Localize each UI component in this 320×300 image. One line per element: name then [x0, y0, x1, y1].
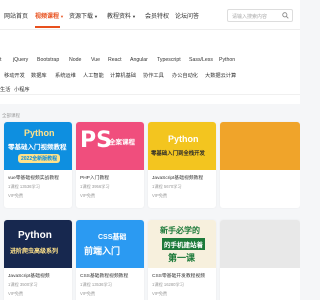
search-placeholder: 请输入搜索内容	[232, 14, 268, 20]
thumb-title: 新手必学的	[160, 226, 200, 235]
course-thumbnail	[220, 220, 300, 268]
course-tag: VIP免费	[8, 193, 24, 198]
course-meta: 1课程 13536学习	[8, 184, 40, 189]
filter-chip[interactable]: 办公自动化	[172, 72, 198, 79]
thumb-badge: 第一课	[168, 253, 196, 263]
course-title[interactable]: vue零基础视频实战教程	[8, 174, 59, 181]
filter-chip[interactable]: 小程序	[14, 86, 30, 93]
course-title[interactable]: CSS基础教程视频教程	[80, 272, 128, 279]
course-title[interactable]: PHP入门教程	[80, 174, 109, 181]
nav-articles-label: 教程资料	[107, 14, 132, 20]
thumb-subtitle: 零基础入门到全栈开发	[151, 151, 205, 157]
nav-vip[interactable]: 会员特权	[145, 11, 169, 20]
chevron-down-icon: ▼	[60, 14, 64, 19]
course-thumbnail: Python 进阶爬虫高级系列	[4, 220, 72, 268]
filter-chip[interactable]: React	[108, 57, 122, 63]
course-meta: 1课程 3956学习	[80, 184, 110, 189]
course-tag: VIP免费	[152, 291, 168, 296]
chevron-down-icon: ▼	[132, 14, 136, 19]
search-input[interactable]: 请输入搜索内容	[227, 9, 293, 22]
course-card[interactable]: Python 进阶爬虫高级系列 JavaScript基础视频 1课程 3500学…	[4, 220, 72, 300]
course-thumbnail: Python 零基础入门视频教程 2022全新版教程	[4, 122, 72, 170]
course-meta: 1课程 3500学习	[8, 282, 38, 287]
course-thumbnail: Python 零基础入门到全栈开发	[148, 122, 216, 170]
nav-courses[interactable]: 视频课程▼	[35, 11, 64, 28]
thumb-title: Python	[168, 134, 199, 144]
filter-chip[interactable]: 移动开发	[4, 72, 25, 79]
filter-chip[interactable]: Sass/Less	[189, 57, 213, 63]
section-label: 全部课程	[2, 113, 20, 118]
course-card[interactable]: 新手必学的 的手机建站着 第一课 CSS零基础开发教程视频 1课程 16280学…	[148, 220, 216, 300]
filter-chip[interactable]: Angular	[130, 57, 148, 63]
nav-forum[interactable]: 论坛问答	[175, 11, 199, 20]
filter-chip[interactable]: 人工智能	[83, 72, 104, 79]
thumb-title: PS	[80, 128, 112, 153]
course-thumbnail: CSS基础 前端入门	[76, 220, 144, 268]
course-title[interactable]: JavaScript基础视频	[8, 272, 50, 279]
nav-courses-label: 视频课程	[35, 14, 60, 20]
category-filter-panel: ipt jQuery Bootstrap Node Vue React Angu…	[0, 30, 300, 104]
nav-downloads-label: 资源下载	[69, 14, 94, 20]
thumb-subtitle: 全案课程	[109, 139, 135, 146]
filter-chip[interactable]: Node	[69, 57, 81, 63]
course-tag: VIP免费	[152, 193, 168, 198]
filter-chip[interactable]: 计算机基础	[110, 72, 136, 79]
filter-chip[interactable]: Vue	[91, 57, 100, 63]
filter-chip[interactable]: 生活	[0, 86, 10, 93]
divider	[0, 94, 300, 95]
filter-chip[interactable]: Bootstrap	[37, 57, 59, 63]
course-card[interactable]	[220, 122, 300, 208]
course-thumbnail: PS 全案课程	[76, 122, 144, 170]
page: 网站首页 视频课程▼ 资源下载▼ 教程资料▼ 会员特权 论坛问答 请输入搜索内容…	[0, 0, 300, 300]
search-icon[interactable]	[282, 12, 289, 19]
filter-chip[interactable]: jQuery	[13, 57, 28, 63]
course-meta: 1课程 5670学习	[152, 184, 182, 189]
course-card[interactable]: Python 零基础入门视频教程 2022全新版教程 vue零基础视频实战教程 …	[4, 122, 72, 208]
nav-downloads[interactable]: 资源下载▼	[69, 11, 98, 20]
thumb-subtitle: 进阶爬虫高级系列	[10, 249, 59, 255]
thumb-subtitle: 的手机建站着	[162, 238, 205, 250]
course-card[interactable]: Python 零基础入门到全栈开发 JavaScript基础视频教程 1课程 5…	[148, 122, 216, 208]
thumb-title: Python	[18, 230, 52, 241]
course-card[interactable]: PS 全案课程 PHP入门教程 1课程 3956学习 VIP免费	[76, 122, 144, 208]
course-card[interactable]	[220, 220, 300, 300]
filter-chip[interactable]: Python	[219, 57, 235, 63]
thumb-subtitle: 零基础入门视频教程	[8, 144, 67, 151]
course-title[interactable]: CSS零基础开发教程视频	[152, 272, 205, 279]
course-tag: VIP免费	[80, 193, 96, 198]
course-thumbnail: 新手必学的 的手机建站着 第一课	[148, 220, 216, 268]
course-tag: VIP免费	[80, 291, 96, 296]
nav-articles[interactable]: 教程资料▼	[107, 11, 136, 20]
thumb-subtitle: 前端入门	[84, 246, 121, 256]
thumb-badge: 2022全新版教程	[18, 154, 61, 163]
chevron-down-icon: ▼	[94, 14, 98, 19]
filter-chip[interactable]: 协作工具	[143, 72, 164, 79]
course-thumbnail	[220, 122, 300, 170]
top-nav-bar: 网站首页 视频课程▼ 资源下载▼ 教程资料▼ 会员特权 论坛问答 请输入搜索内容	[0, 0, 300, 30]
course-card[interactable]: CSS基础 前端入门 CSS基础教程视频教程 1课程 13536学习 VIP免费	[76, 220, 144, 300]
thumb-title: Python	[24, 128, 55, 138]
course-title[interactable]: JavaScript基础视频教程	[152, 174, 203, 181]
nav-home[interactable]: 网站首页	[4, 11, 28, 20]
thumb-title: CSS基础	[98, 234, 127, 241]
filter-chip[interactable]: 系统运维	[55, 72, 76, 79]
filter-chip[interactable]: Typescript	[157, 57, 181, 63]
course-meta: 1课程 16280学习	[152, 282, 184, 287]
course-tag: VIP免费	[8, 291, 24, 296]
filter-chip[interactable]: ipt	[0, 57, 1, 63]
filter-chip[interactable]: 数据库	[31, 72, 47, 79]
filter-chip[interactable]: 大数据云计算	[205, 72, 236, 79]
course-meta: 1课程 13536学习	[80, 282, 112, 287]
